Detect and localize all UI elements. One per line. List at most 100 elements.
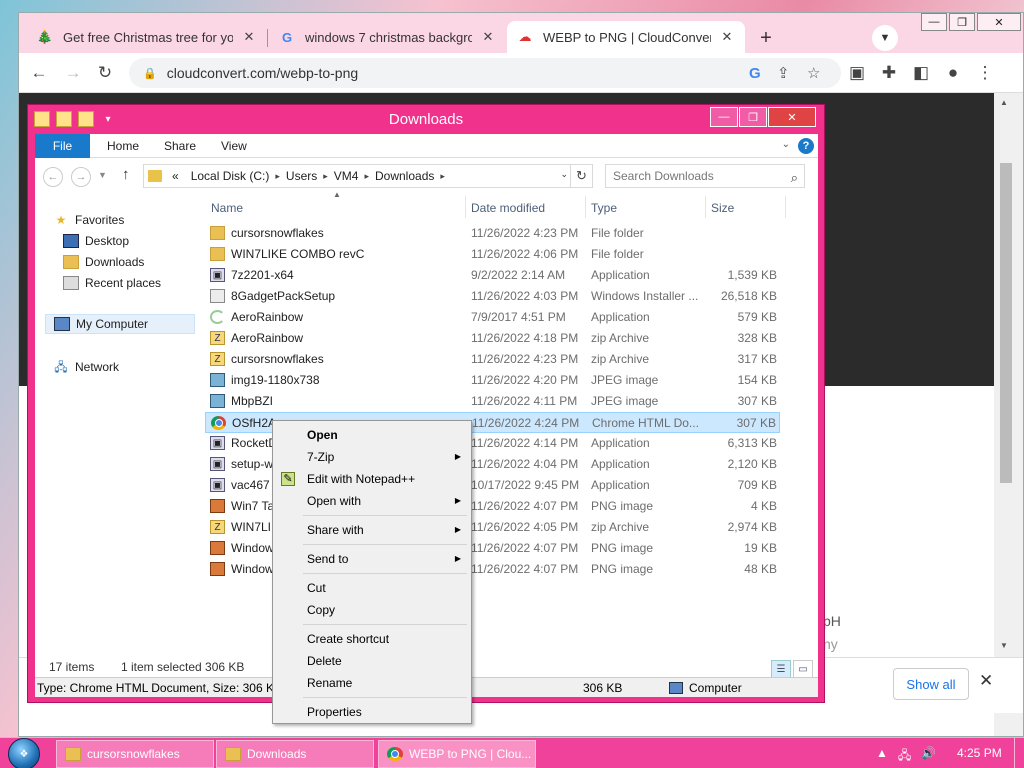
tab-cloudconvert[interactable]: ☁ WEBP to PNG | CloudConvert ✕ [507,21,745,53]
column-name[interactable]: Name [211,196,243,218]
back-icon[interactable]: ← [43,167,63,187]
tab-view[interactable]: View [209,134,259,158]
maximize-button[interactable]: ❐ [739,107,767,127]
profile-avatar-icon[interactable]: ● [941,61,965,85]
extension-image-icon[interactable]: ▣ [845,61,869,85]
taskbar-button-chrome[interactable]: WEBP to PNG | Clou... [378,740,536,768]
page-scrollbar[interactable]: ▲ ▼ [994,93,1023,736]
tab-search-button[interactable]: ▼ [872,25,898,51]
chevron-right-icon[interactable]: ▸ [440,171,445,182]
column-date-modified[interactable]: Date modified [471,196,545,218]
close-icon[interactable]: ✕ [979,671,993,691]
nav-desktop[interactable]: Desktop [63,231,129,251]
start-button[interactable]: ❖ [8,738,40,768]
menu-item-cut[interactable]: Cut [275,577,471,599]
menu-item-share-with[interactable]: Share with ▶ [275,519,471,541]
new-tab-button[interactable]: + [753,25,779,51]
show-all-button[interactable]: Show all [893,668,969,700]
chevron-down-icon[interactable]: ⌄ [560,169,568,180]
nav-network[interactable]: 🖧 Network [53,357,119,377]
volume-icon[interactable]: 🔊 [921,746,936,767]
column-size[interactable]: Size [711,196,734,218]
column-divider[interactable] [705,196,706,218]
column-divider[interactable] [785,196,786,218]
file-row[interactable]: WIN7LIKE COMBO revC 11/26/2022 4:06 PM Fil… [205,244,780,265]
breadcrumb-downloads[interactable]: Downloads [375,169,434,183]
breadcrumb-local-disk[interactable]: Local Disk (C:) [191,169,270,183]
up-icon[interactable]: ↑ [122,166,130,183]
tab-share[interactable]: Share [152,134,208,158]
breadcrumb-vm4[interactable]: VM4 [334,169,359,183]
menu-item-7zip[interactable]: 7-Zip ▶ [275,446,471,468]
show-hidden-icons-icon[interactable]: ▲ [876,746,888,767]
scroll-thumb[interactable] [1000,163,1012,483]
clock[interactable]: 4:25 PM [957,746,1002,760]
menu-item-copy[interactable]: Copy [275,599,471,621]
bookmark-star-icon[interactable]: ☆ [807,58,820,88]
tab-close-icon[interactable]: ✕ [719,29,735,45]
scroll-down-icon[interactable]: ▼ [1000,641,1008,650]
menu-item-properties[interactable]: Properties [275,701,471,723]
recent-locations-icon[interactable]: ▼ [98,170,107,180]
share-icon[interactable]: ⇪ [777,58,790,88]
file-row[interactable]: ▣ 7z2201-x64 9/2/2022 2:14 AM Application 1,… [205,265,780,286]
help-icon[interactable]: ? [798,138,814,154]
menu-item-open-with[interactable]: Open with ▶ [275,490,471,512]
nav-favorites[interactable]: ★ Favorites [53,210,125,230]
column-type[interactable]: Type [591,196,617,218]
file-row[interactable]: Zcursorsnowflakes 11/26/2022 4:23 PM zip A… [205,349,780,370]
overflow-chevron[interactable]: « [172,169,179,183]
file-row[interactable]: MbpBZI 11/26/2022 4:11 PM JPEG image 307 KB [205,391,780,412]
file-row[interactable]: AeroRainbow 7/9/2017 4:51 PM Application 57… [205,307,780,328]
tab-christmas-tree[interactable]: 🎄 Get free Christmas tree for your c ✕ [27,21,267,53]
file-row[interactable]: Z AeroRainbow 11/26/2022 4:18 PM zip Archiv… [205,328,780,349]
chevron-right-icon[interactable]: ▸ [275,171,280,182]
tab-file[interactable]: File [35,134,90,158]
file-row[interactable]: img19-1180x738 11/26/2022 4:20 PM JPEG ima… [205,370,780,391]
scroll-up-icon[interactable]: ▲ [1000,98,1008,107]
chevron-right-icon[interactable]: ▸ [364,171,369,182]
show-desktop-button[interactable] [1014,738,1024,768]
minimize-button[interactable]: — [921,13,947,31]
taskbar-button-cursorsnowflakes[interactable]: cursorsnowflakes [56,740,214,768]
menu-item-edit-notepad[interactable]: ✎ Edit with Notepad++ [275,468,471,490]
tab-close-icon[interactable]: ✕ [241,29,257,45]
tab-close-icon[interactable]: ✕ [480,29,496,45]
menu-item-send-to[interactable]: Send to ▶ [275,548,471,570]
menu-item-open[interactable]: Open [275,424,471,446]
refresh-icon[interactable]: ↻ [570,165,592,187]
menu-kebab-icon[interactable]: ⋮ [973,61,997,85]
reload-icon[interactable]: ↻ [93,61,117,85]
google-lens-icon[interactable]: G [749,58,761,88]
extensions-puzzle-icon[interactable]: ✚ [877,61,901,85]
maximize-button[interactable]: ❐ [949,13,975,31]
nav-downloads[interactable]: Downloads [63,252,144,272]
taskbar-button-downloads[interactable]: Downloads [216,740,374,768]
column-divider[interactable] [465,196,466,218]
details-view-icon[interactable]: ☰ [771,660,791,678]
forward-icon[interactable]: → [61,61,85,85]
nav-my-computer[interactable]: My Computer [45,314,195,334]
side-panel-icon[interactable]: ◧ [909,61,933,85]
large-icons-view-icon[interactable]: ▭ [793,660,813,678]
file-row[interactable]: cursorsnowflakes 11/26/2022 4:23 PM File f… [205,223,780,244]
tab-home[interactable]: Home [95,134,151,158]
address-bar[interactable]: « Local Disk (C:) ▸ Users ▸ VM4 ▸ Downlo… [143,164,593,188]
menu-item-delete[interactable]: Delete [275,650,471,672]
close-button[interactable]: ✕ [768,107,816,127]
minimize-button[interactable]: — [710,107,738,127]
column-divider[interactable] [585,196,586,218]
forward-icon[interactable]: → [71,167,91,187]
back-icon[interactable]: ← [27,61,51,85]
menu-item-rename[interactable]: Rename [275,672,471,694]
menu-item-create-shortcut[interactable]: Create shortcut [275,628,471,650]
address-bar[interactable]: 🔒 cloudconvert.com/webp-to-png G ⇪ ☆ [129,58,841,88]
close-button[interactable]: ✕ [977,13,1021,31]
network-icon[interactable]: 🖧 [898,746,911,767]
chevron-right-icon[interactable]: ▸ [323,171,328,182]
breadcrumb-users[interactable]: Users [286,169,317,183]
file-row[interactable]: 8GadgetPackSetup 11/26/2022 4:03 PM Window… [205,286,780,307]
nav-recent-places[interactable]: Recent places [63,273,161,293]
ribbon-expand-icon[interactable]: ⌄ [782,139,790,150]
tab-windows7-backgrounds[interactable]: G windows 7 christmas backgrounds ✕ [269,21,506,53]
